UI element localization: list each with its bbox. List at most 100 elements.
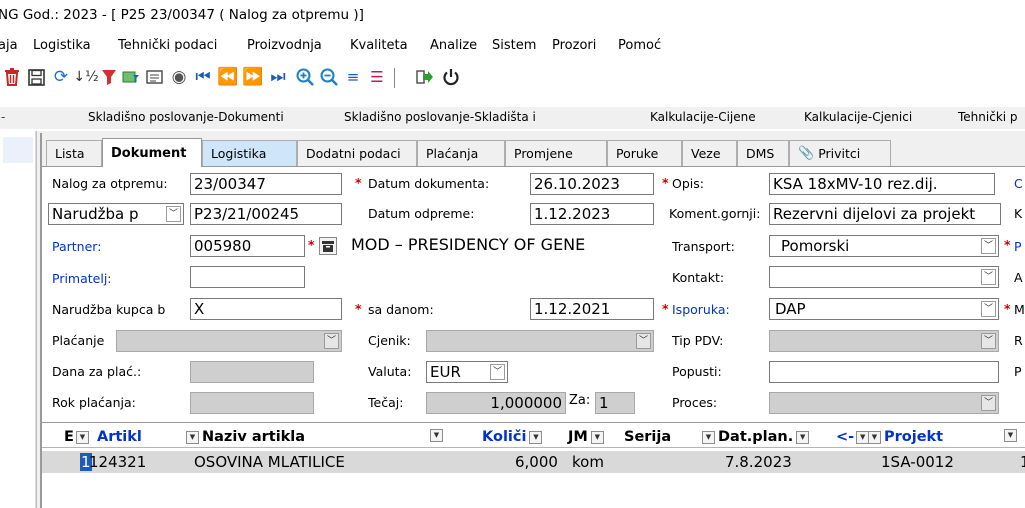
chevron-down-icon[interactable]: ﹀ <box>324 333 339 349</box>
filter-form-icon[interactable] <box>120 66 142 88</box>
module-tab-skladista[interactable]: Skladišno poslovanje-Skladišta i <box>344 110 536 124</box>
tab-poruke[interactable]: Poruke <box>607 140 682 166</box>
proces-select[interactable]: ﹀ <box>769 392 999 414</box>
column-header-projekt[interactable]: ▼ Projekt <box>868 429 943 445</box>
kontakt-select[interactable]: ﹀ <box>769 266 999 288</box>
menu-item-logistika[interactable]: Logistika <box>33 38 91 53</box>
menu-item-tehnicki-podaci[interactable]: Tehnički podaci <box>118 38 217 53</box>
rok-placanja-field[interactable] <box>190 392 314 414</box>
tab-dodatni-podaci[interactable]: Dodatni podaci <box>297 140 417 166</box>
tecaj-field[interactable]: 1,000000 <box>426 392 566 414</box>
cjenik-select[interactable]: ﹀ <box>426 330 654 352</box>
column-header-naziv[interactable]: ▼ Naziv artikla <box>186 429 305 445</box>
isporuka-label[interactable]: Isporuka: <box>672 302 730 317</box>
list-icon[interactable]: ☰ <box>366 66 388 88</box>
cell-kolicina[interactable]: 6,000 <box>515 453 558 471</box>
datum-dokumenta-field[interactable]: 26.10.2023 <box>530 173 654 195</box>
column-filter-naziv[interactable]: ▼ <box>430 429 446 442</box>
next-record-icon[interactable]: ⏩ <box>242 66 264 88</box>
chevron-down-icon[interactable]: ﹀ <box>981 269 996 285</box>
isporuka-select[interactable]: DAP ﹀ <box>769 298 999 320</box>
module-tab-cjenici[interactable]: Kalkulacije-Cjenici <box>804 110 912 124</box>
filter-icon[interactable] <box>98 66 120 88</box>
cell-last[interactable]: 1 <box>1020 453 1025 471</box>
last-record-icon[interactable]: ⏭ <box>267 66 289 88</box>
koment-field[interactable]: Rezervni dijelovi za projekt <box>769 203 1001 225</box>
column-filter-next[interactable]: ▼ <box>1004 429 1020 442</box>
tab-privitci[interactable]: 📎 Privitci <box>789 140 891 166</box>
tip-pdv-select[interactable]: ﹀ <box>769 330 999 352</box>
sort-icon[interactable]: ↓½ <box>73 66 98 88</box>
column-header-kolicina[interactable]: Količi ▼ <box>482 429 545 445</box>
cell-projekt[interactable]: 1SA-0012 <box>881 453 954 471</box>
partner-field[interactable]: 005980 <box>190 235 305 257</box>
narudzba-type-select[interactable]: Narudžba p ﹀ <box>48 203 184 225</box>
primatelj-label[interactable]: Primatelj: <box>52 271 112 286</box>
first-record-icon[interactable]: ⏮ <box>192 66 214 88</box>
tab-placanja[interactable]: Plaćanja <box>417 140 505 166</box>
table-row[interactable]: 1 124321 OSOVINA MLATILICE 6,000 kom 7.8… <box>42 451 1025 473</box>
chevron-down-icon[interactable]: ﹀ <box>166 206 181 222</box>
column-header-jm[interactable]: JM ▼ <box>568 429 607 445</box>
exit-icon[interactable] <box>414 66 436 88</box>
print-preview-icon[interactable] <box>144 66 166 88</box>
chevron-down-icon[interactable]: ﹀ <box>981 238 996 254</box>
tab-dokument[interactable]: Dokument <box>102 138 202 167</box>
nalog-field[interactable]: 23/00347 <box>190 173 342 195</box>
refresh-icon[interactable]: ⟳ <box>50 66 72 88</box>
filter-dropdown-icon[interactable]: ▼ <box>430 429 443 442</box>
opis-field[interactable]: KSA 18xMV-10 rez.dij. <box>769 173 995 195</box>
module-tab-cijene[interactable]: Kalkulacije-Cijene <box>650 110 756 124</box>
zoom-out-icon[interactable] <box>318 66 340 88</box>
module-tab-tehnicki[interactable]: Tehnički p <box>958 110 1018 124</box>
view-icon[interactable]: ◉ <box>168 66 190 88</box>
narudzba-kupca-field[interactable]: X <box>190 298 342 320</box>
filter-dropdown-icon[interactable]: ▼ <box>868 430 881 444</box>
popusti-field[interactable] <box>769 361 999 383</box>
filter-dropdown-icon[interactable]: ▼ <box>529 430 543 444</box>
column-header-serija[interactable]: Serija <box>624 429 671 445</box>
previous-record-icon[interactable]: ⏪ <box>217 66 239 88</box>
filter-dropdown-icon[interactable]: ▼ <box>186 430 199 444</box>
module-tab-dokumenti[interactable]: Skladišno poslovanje-Dokumenti <box>88 110 284 124</box>
delete-icon[interactable] <box>1 66 23 88</box>
column-header-e[interactable]: E ▼ <box>64 429 92 445</box>
dana-za-placanje-field[interactable] <box>190 361 314 383</box>
filter-dropdown-icon[interactable]: ▼ <box>590 430 604 444</box>
filter-dropdown-icon[interactable]: ▼ <box>75 430 89 444</box>
tab-dms[interactable]: DMS <box>737 140 789 166</box>
menu-item-pomoc[interactable]: Pomoć <box>618 38 661 53</box>
cell-dat-plan[interactable]: 7.8.2023 <box>725 453 792 471</box>
chevron-down-icon[interactable]: ﹀ <box>490 364 505 380</box>
menu-item-sistem[interactable]: Sistem <box>492 38 536 53</box>
menu-item-proizvodnja[interactable]: Proizvodnja <box>247 38 322 53</box>
tab-logistika[interactable]: Logistika <box>202 140 297 166</box>
filter-dropdown-icon[interactable]: ▼ <box>702 430 715 444</box>
valuta-select[interactable]: EUR ﹀ <box>426 361 508 383</box>
za-field[interactable]: 1 <box>595 392 635 414</box>
cell-jm[interactable]: kom <box>572 453 604 471</box>
chevron-down-icon[interactable]: ﹀ <box>981 301 996 317</box>
save-icon[interactable] <box>25 66 47 88</box>
filter-dropdown-icon[interactable]: ▼ <box>1004 429 1017 442</box>
cell-naziv[interactable]: OSOVINA MLATILICE <box>194 453 345 471</box>
filter-dropdown-icon[interactable]: ▼ <box>796 430 810 444</box>
cell-artikl[interactable]: 124321 <box>89 453 146 471</box>
narudzba-field[interactable]: P23/21/00245 <box>190 203 342 225</box>
placanje-select[interactable]: ﹀ <box>116 330 342 352</box>
align-icon[interactable]: ≡ <box>342 66 364 88</box>
primatelj-field[interactable] <box>190 266 305 288</box>
sa-danom-field[interactable]: 1.12.2021 <box>530 298 654 320</box>
power-icon[interactable] <box>440 66 462 88</box>
transport-select[interactable]: Pomorski ﹀ <box>769 235 999 257</box>
menu-item-analize[interactable]: Analize <box>430 38 477 53</box>
chevron-down-icon[interactable]: ﹀ <box>636 333 651 349</box>
tab-veze[interactable]: Veze <box>682 140 737 166</box>
column-header-dat-plan[interactable]: ▼ Dat.plan. ▼ <box>702 429 812 445</box>
tab-promjene[interactable]: Promjene <box>505 140 607 166</box>
partner-lookup-button[interactable] <box>319 237 337 255</box>
menu-item-kvaliteta[interactable]: Kvaliteta <box>350 38 408 53</box>
datum-odpreme-field[interactable]: 1.12.2023 <box>530 203 654 225</box>
chevron-down-icon[interactable]: ﹀ <box>981 395 996 411</box>
column-header-arrow[interactable]: <- ▼ <box>836 429 872 445</box>
